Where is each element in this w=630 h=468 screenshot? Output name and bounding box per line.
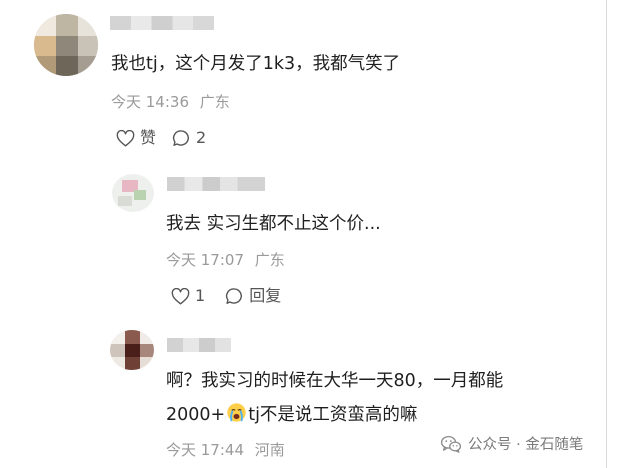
comment-text-line: 啊？我实习的时候在大华一天80，一月都能 bbox=[166, 371, 504, 391]
comment-time: 今天 14:36 bbox=[111, 93, 189, 111]
comment-meta: 今天 17:44 河南 bbox=[166, 440, 285, 460]
watermark: 公众号 · 金石随笔 bbox=[440, 433, 583, 454]
heart-icon bbox=[116, 129, 135, 147]
comment-actions: 赞 2 bbox=[116, 128, 206, 148]
like-button[interactable]: 1 bbox=[171, 286, 205, 306]
comment-bubble-icon bbox=[172, 130, 189, 146]
watermark-text: 公众号 · 金石随笔 bbox=[468, 437, 584, 453]
comment-location: 河南 bbox=[254, 441, 285, 459]
comment-text-fragment: 2000+ bbox=[166, 405, 226, 425]
comment-text-line: 2000+ tj不是说工资蛮高的嘛 bbox=[166, 398, 503, 432]
comment-text: 啊？我实习的时候在大华一天80，一月都能 2000+ tj不是说工资蛮高的嘛 bbox=[166, 364, 503, 432]
comment-location: 广东 bbox=[199, 93, 230, 111]
reply-label: 回复 bbox=[249, 286, 282, 305]
comment-text: 我也tj，这个月发了1k3，我都气笑了 bbox=[111, 54, 401, 74]
reply-button[interactable]: 2 bbox=[172, 128, 206, 148]
like-count: 1 bbox=[195, 286, 206, 305]
comment-location: 广东 bbox=[254, 251, 285, 269]
comment-thread: 我也tj，这个月发了1k3，我都气笑了 今天 14:36 广东 赞 2 我去 实… bbox=[0, 0, 630, 468]
avatar[interactable] bbox=[110, 330, 154, 370]
comment-time: 今天 17:07 bbox=[166, 251, 244, 269]
like-label: 赞 bbox=[140, 128, 157, 147]
reply-count: 2 bbox=[196, 128, 207, 147]
username[interactable] bbox=[167, 338, 231, 352]
wechat-icon bbox=[440, 435, 462, 453]
like-button[interactable]: 赞 bbox=[116, 128, 156, 148]
crying-face-emoji bbox=[227, 403, 246, 422]
reply-button[interactable]: 回复 bbox=[225, 286, 281, 306]
comment-time: 今天 17:44 bbox=[166, 441, 244, 459]
username[interactable] bbox=[110, 16, 214, 30]
avatar[interactable] bbox=[112, 174, 154, 212]
avatar[interactable] bbox=[34, 14, 98, 76]
username[interactable] bbox=[167, 177, 265, 191]
comment-meta: 今天 14:36 广东 bbox=[111, 92, 230, 112]
panel-divider bbox=[606, 0, 607, 468]
comment-text-fragment: tj不是说工资蛮高的嘛 bbox=[248, 405, 418, 425]
comment-actions: 1 回复 bbox=[171, 286, 281, 306]
heart-icon bbox=[171, 287, 190, 305]
comment-text: 我去 实习生都不止这个价... bbox=[166, 214, 381, 234]
comment-bubble-icon bbox=[226, 288, 243, 304]
comment-meta: 今天 17:07 广东 bbox=[166, 250, 285, 270]
